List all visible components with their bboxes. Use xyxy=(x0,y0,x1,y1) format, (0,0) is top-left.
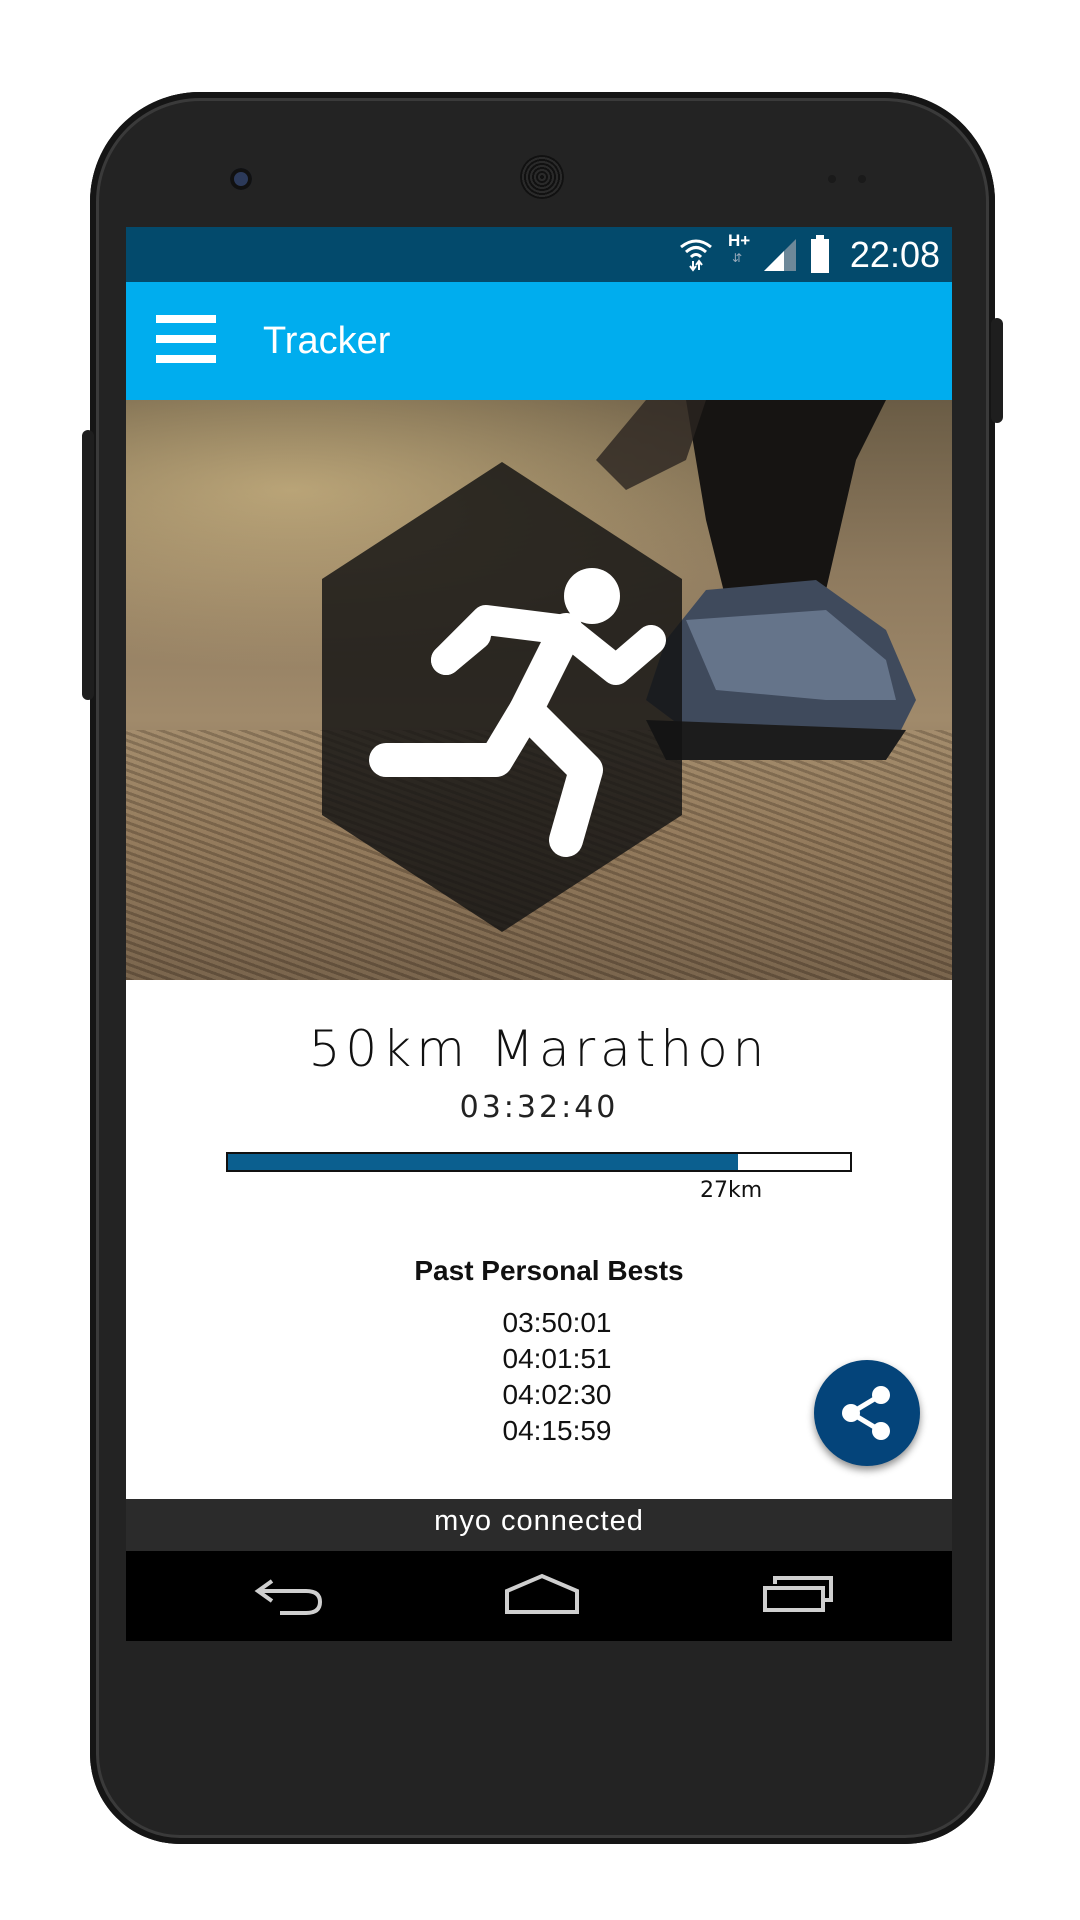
personal-best-item: 03:50:01 xyxy=(502,1307,612,1338)
network-type-icon: H+ ⇵ xyxy=(728,231,758,271)
app-title: Tracker xyxy=(263,320,391,362)
home-icon[interactable] xyxy=(504,1573,580,1615)
progress-fill xyxy=(228,1154,739,1170)
recents-icon[interactable] xyxy=(762,1575,834,1613)
personal-bests-title: Past Personal Bests xyxy=(414,1255,684,1286)
front-camera xyxy=(230,168,252,190)
connection-status-bar: myo connected xyxy=(126,1499,952,1551)
sensor-dot xyxy=(858,175,866,183)
wifi-icon xyxy=(680,239,712,272)
signal-icon xyxy=(764,239,796,271)
battery-icon xyxy=(811,235,829,273)
distance-label: 27km xyxy=(700,1178,763,1203)
share-icon xyxy=(842,1386,890,1440)
sensor-dot xyxy=(828,175,836,183)
network-type-label: H+ xyxy=(728,231,751,250)
elapsed-time: 03:32:40 xyxy=(459,1090,619,1125)
volume-button xyxy=(82,430,94,700)
connection-status-text: myo connected xyxy=(434,1505,644,1537)
network-arrows: ⇵ xyxy=(732,251,743,265)
distance-progress-bar xyxy=(226,1152,852,1172)
navigation-bar-area xyxy=(126,1551,952,1641)
back-icon[interactable] xyxy=(254,1575,324,1615)
screen: H+ ⇵ 22:08 Tracker 50km Marathon 03:32:4… xyxy=(126,227,952,1592)
status-bar: H+ ⇵ 22:08 xyxy=(126,227,952,282)
app-bar: Tracker xyxy=(126,282,952,400)
running-person-icon xyxy=(369,568,666,857)
clock: 22:08 xyxy=(849,234,940,275)
hero-image xyxy=(126,400,952,980)
share-button[interactable] xyxy=(814,1360,920,1466)
race-title: 50km Marathon xyxy=(308,1020,770,1078)
earpiece-speaker xyxy=(520,155,564,199)
power-button xyxy=(991,318,1003,423)
menu-icon[interactable] xyxy=(156,315,216,365)
